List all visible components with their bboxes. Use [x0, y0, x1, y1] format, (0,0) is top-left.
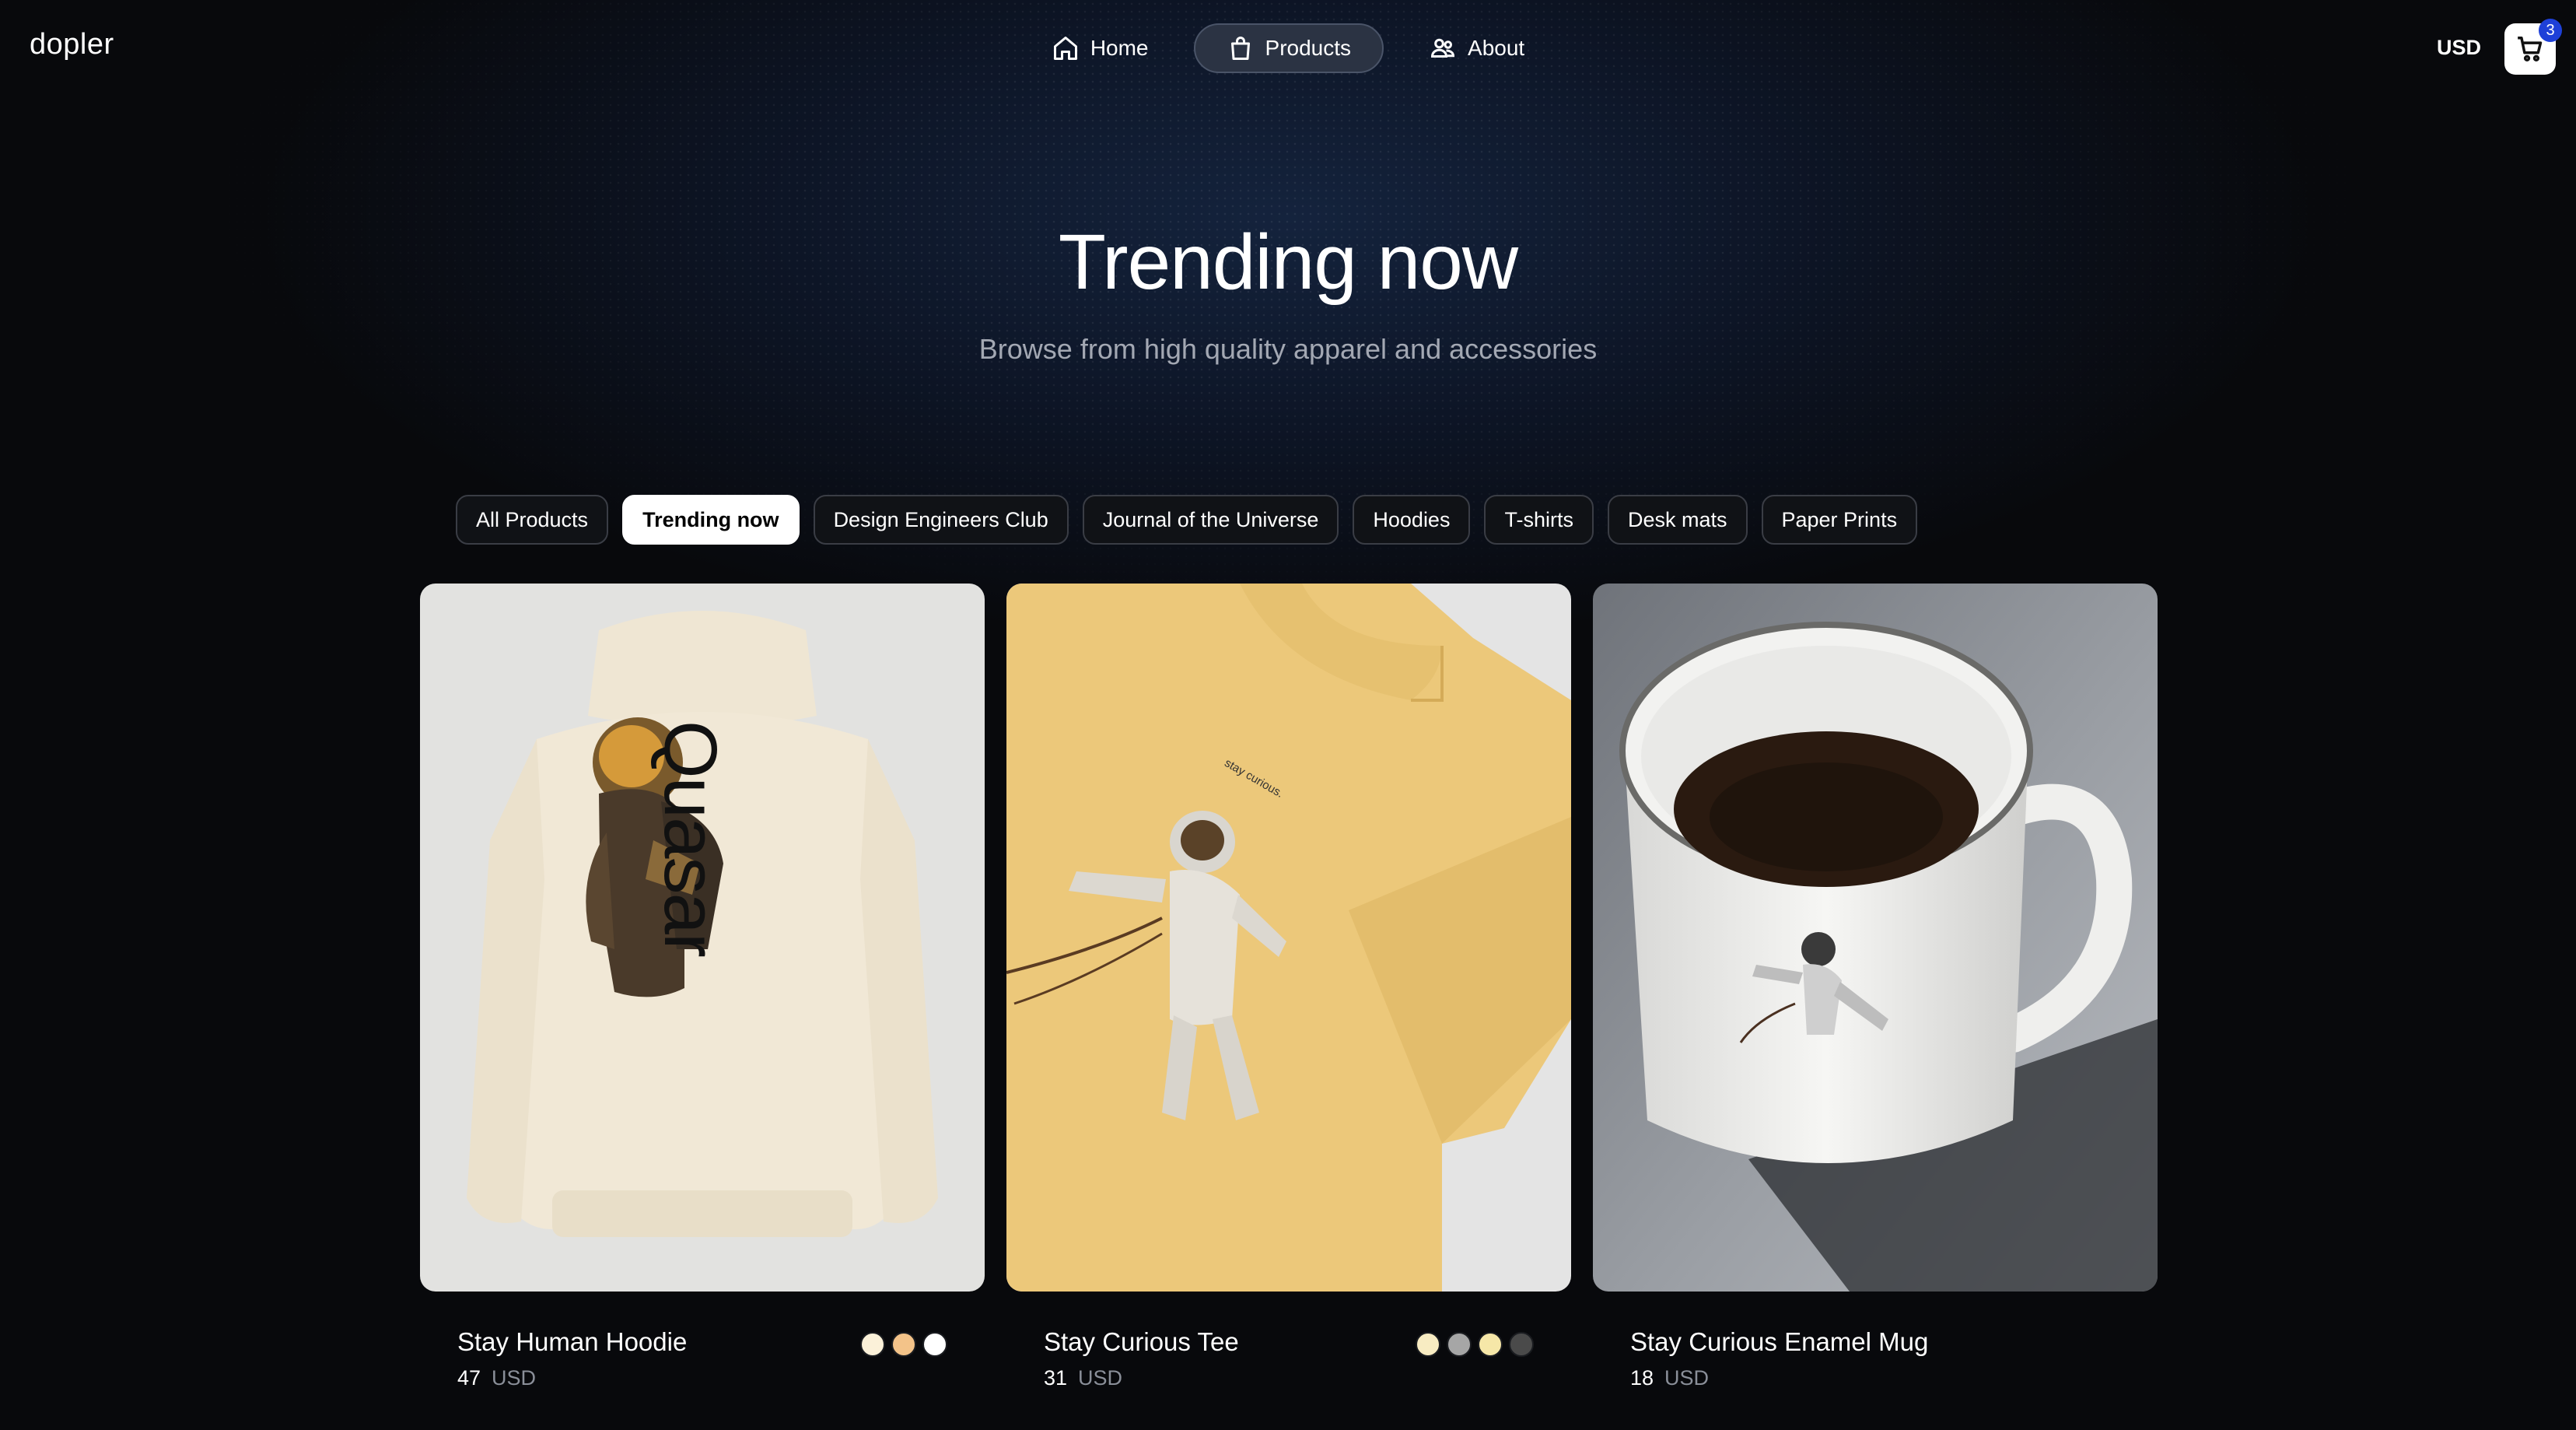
cart-button[interactable]: 3	[2504, 19, 2562, 75]
product-image-tee[interactable]: stay curious.	[1006, 584, 1571, 1292]
price-value: 18	[1630, 1366, 1654, 1390]
shopping-bag-icon	[1230, 37, 1250, 60]
cart-count-badge: 3	[2539, 19, 2562, 42]
main-nav: Home Products About	[0, 23, 2576, 73]
filter-all-products[interactable]: All Products	[456, 495, 609, 545]
hoodie-print-text: Quasar	[649, 720, 732, 956]
filter-t-shirts[interactable]: T-shirts	[1484, 495, 1594, 545]
color-swatch[interactable]	[1447, 1332, 1472, 1357]
nav-about-label: About	[1468, 36, 1525, 60]
product-card-hoodie[interactable]: Quasar Stay Human Hoodie 47 USD	[420, 584, 985, 1393]
filter-journal-of-the-universe[interactable]: Journal of the Universe	[1082, 495, 1339, 545]
product-price: 31 USD	[1044, 1366, 1122, 1390]
mug-illustration	[1593, 584, 2158, 1292]
product-price: 18 USD	[1630, 1366, 1709, 1390]
product-card-tee[interactable]: stay curious. Stay Curious Tee 31 USD	[1006, 584, 1571, 1393]
color-swatch[interactable]	[860, 1332, 885, 1357]
currency-selector[interactable]: USD	[2437, 36, 2481, 60]
price-value: 31	[1044, 1366, 1068, 1390]
color-swatch[interactable]	[1509, 1332, 1534, 1357]
product-name[interactable]: Stay Human Hoodie	[457, 1327, 687, 1357]
color-swatches	[860, 1332, 947, 1357]
filter-design-engineers-club[interactable]: Design Engineers Club	[813, 495, 1069, 545]
filter-trending-now[interactable]: Trending now	[622, 495, 800, 545]
color-swatches	[1416, 1332, 1534, 1357]
filter-hoodies[interactable]: Hoodies	[1353, 495, 1471, 545]
product-grid: Quasar Stay Human Hoodie 47 USD stay cur…	[420, 584, 2158, 1393]
price-value: 47	[457, 1366, 481, 1390]
color-swatch[interactable]	[1478, 1332, 1503, 1357]
color-swatch[interactable]	[1416, 1332, 1440, 1357]
product-price: 47 USD	[457, 1366, 536, 1390]
tee-illustration	[1006, 584, 1571, 1292]
product-image-hoodie[interactable]: Quasar	[420, 584, 985, 1292]
users-icon	[1431, 38, 1455, 58]
color-swatch[interactable]	[922, 1332, 947, 1357]
nav-products[interactable]: Products	[1193, 23, 1384, 73]
product-name[interactable]: Stay Curious Enamel Mug	[1630, 1327, 1928, 1357]
price-currency: USD	[1078, 1366, 1123, 1390]
product-image-mug[interactable]	[1593, 584, 2158, 1292]
category-filters: All Products Trending now Design Enginee…	[456, 495, 1918, 545]
nav-about[interactable]: About	[1396, 23, 1557, 73]
price-currency: USD	[1664, 1366, 1710, 1390]
product-name[interactable]: Stay Curious Tee	[1044, 1327, 1239, 1357]
filter-paper-prints[interactable]: Paper Prints	[1761, 495, 1918, 545]
nav-products-label: Products	[1265, 36, 1352, 60]
page-subtitle: Browse from high quality apparel and acc…	[978, 333, 1598, 365]
home-icon	[1053, 37, 1077, 60]
product-card-mug[interactable]: Stay Curious Enamel Mug 18 USD	[1593, 584, 2158, 1393]
nav-home-label: Home	[1090, 36, 1149, 60]
nav-home[interactable]: Home	[1019, 23, 1181, 73]
page-title: Trending now	[1058, 219, 1518, 306]
color-swatch[interactable]	[891, 1332, 916, 1357]
price-currency: USD	[492, 1366, 537, 1390]
shopping-cart-icon	[2518, 37, 2543, 61]
filter-desk-mats[interactable]: Desk mats	[1607, 495, 1748, 545]
